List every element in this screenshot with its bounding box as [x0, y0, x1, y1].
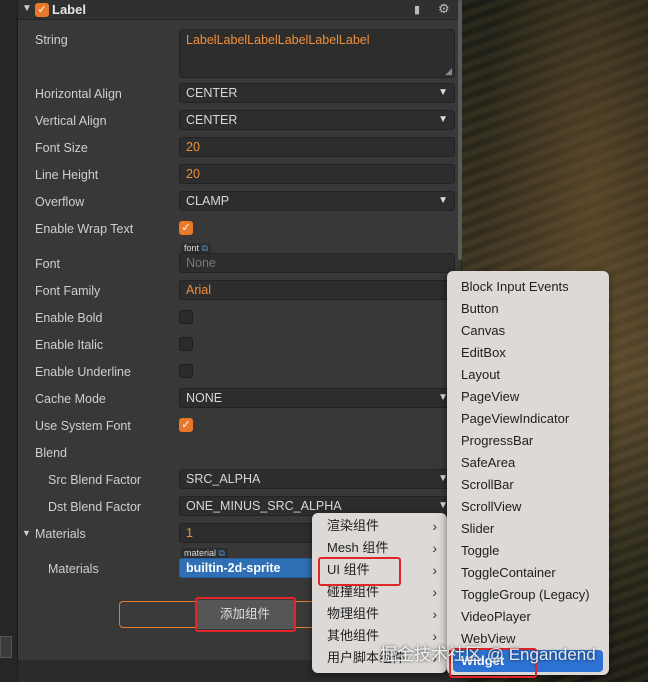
overflow-value: CLAMP [186, 194, 230, 208]
font-label: Font [35, 257, 61, 271]
font-family-input[interactable]: Arial [179, 280, 455, 300]
annotation-box-ui-components [318, 557, 401, 586]
materials-collapse-triangle-icon[interactable]: ▼ [22, 528, 31, 538]
font-family-label: Font Family [35, 284, 101, 298]
chevron-right-icon: › [432, 606, 437, 622]
dst-blend-factor-value: ONE_MINUS_SRC_ALPHA [186, 499, 342, 513]
menu-item-pageview[interactable]: PageView [447, 386, 609, 408]
resize-grip-icon[interactable]: ◢ [445, 66, 452, 77]
left-strip-box [0, 636, 12, 658]
left-toolbar-strip [0, 0, 18, 682]
menu-item-safearea[interactable]: SafeArea [447, 452, 609, 474]
watermark: 掘金技术社区 @ Engandend [380, 645, 596, 664]
menu-item-button[interactable]: Button [447, 298, 609, 320]
enable-bold-label: Enable Bold [35, 311, 103, 325]
horizontal-align-label: Horizontal Align [35, 87, 122, 101]
cache-mode-label: Cache Mode [35, 392, 106, 406]
dropdown-arrow-icon: ▼ [438, 114, 448, 125]
vertical-align-value: CENTER [186, 113, 238, 127]
enable-underline-checkbox[interactable] [179, 364, 193, 378]
menu-item-canvas[interactable]: Canvas [447, 320, 609, 342]
string-label: String [35, 33, 68, 47]
font-size-label: Font Size [35, 141, 88, 155]
annotation-box-add-component [195, 597, 296, 632]
font-size-input[interactable]: 20 [179, 137, 455, 157]
menu-item-render[interactable]: 渲染组件 › [312, 515, 447, 537]
materials-label: Materials [48, 562, 99, 576]
enable-underline-label: Enable Underline [35, 365, 131, 379]
component-title: Label [52, 2, 86, 17]
chevron-right-icon: › [432, 518, 437, 534]
materials-group-label: Materials [35, 527, 86, 541]
menu-item-physics[interactable]: 物理组件 › [312, 603, 447, 625]
src-blend-factor-value: SRC_ALPHA [186, 472, 261, 486]
ui-component-submenu: Block Input Events Button Canvas EditBox… [447, 271, 609, 675]
horizontal-align-select[interactable]: CENTER ▼ [179, 83, 455, 103]
enable-wrap-text-checkbox[interactable]: ✓ [179, 221, 193, 235]
menu-item-mesh[interactable]: Mesh 组件 › [312, 537, 447, 559]
book-icon[interactable]: ▮ [414, 3, 420, 16]
line-height-label: Line Height [35, 168, 99, 182]
material-value: builtin-2d-sprite [186, 561, 281, 575]
use-system-font-label: Use System Font [35, 419, 131, 433]
font-size-value: 20 [186, 140, 200, 154]
menu-item-toggle[interactable]: Toggle [447, 540, 609, 562]
vertical-align-label: Vertical Align [35, 114, 107, 128]
font-family-value: Arial [186, 283, 212, 297]
horizontal-align-value: CENTER [186, 86, 238, 100]
chevron-right-icon: › [432, 562, 437, 578]
collapse-triangle-icon[interactable]: ▼ [22, 3, 32, 14]
menu-item-editbox[interactable]: EditBox [447, 342, 609, 364]
string-input[interactable]: LabelLabelLabelLabelLabelLabel ◢ [179, 29, 455, 78]
overflow-select[interactable]: CLAMP ▼ [179, 191, 455, 211]
menu-item-slider[interactable]: Slider [447, 518, 609, 540]
menu-item-togglegroup-legacy[interactable]: ToggleGroup (Legacy) [447, 584, 609, 606]
menu-item-block-input-events[interactable]: Block Input Events [447, 276, 609, 298]
blend-label: Blend [35, 446, 67, 460]
use-system-font-checkbox[interactable]: ✓ [179, 418, 193, 432]
font-asset-field[interactable]: None [179, 253, 455, 273]
line-height-value: 20 [186, 167, 200, 181]
enable-italic-label: Enable Italic [35, 338, 104, 352]
cache-mode-select[interactable]: NONE ▼ [179, 388, 455, 408]
gear-icon[interactable]: ⚙ [438, 1, 450, 17]
enable-bold-checkbox[interactable] [179, 310, 193, 324]
vertical-align-select[interactable]: CENTER ▼ [179, 110, 455, 130]
enable-italic-checkbox[interactable] [179, 337, 193, 351]
dropdown-arrow-icon: ▼ [438, 195, 448, 206]
chevron-right-icon: › [432, 584, 437, 600]
menu-item-videoplayer[interactable]: VideoPlayer [447, 606, 609, 628]
string-value: LabelLabelLabelLabelLabelLabel [186, 33, 370, 47]
component-header[interactable]: ▼ ✓ Label ▮ ⚙ [18, 0, 462, 20]
component-enabled-checkbox[interactable]: ✓ [35, 3, 49, 17]
menu-item-layout[interactable]: Layout [447, 364, 609, 386]
menu-item-progressbar[interactable]: ProgressBar [447, 430, 609, 452]
inspector-scrollbar[interactable] [458, 0, 462, 260]
overflow-label: Overflow [35, 195, 85, 209]
src-blend-factor-select[interactable]: SRC_ALPHA ▼ [179, 469, 455, 489]
enable-wrap-text-label: Enable Wrap Text [35, 222, 134, 236]
materials-count-value: 1 [186, 526, 193, 540]
menu-item-scrollview[interactable]: ScrollView [447, 496, 609, 518]
dropdown-arrow-icon: ▼ [438, 87, 448, 98]
dst-blend-factor-label: Dst Blend Factor [48, 500, 142, 514]
line-height-input[interactable]: 20 [179, 164, 455, 184]
src-blend-factor-label: Src Blend Factor [48, 473, 142, 487]
menu-item-scrollbar[interactable]: ScrollBar [447, 474, 609, 496]
menu-item-togglecontainer[interactable]: ToggleContainer [447, 562, 609, 584]
font-value: None [186, 256, 216, 270]
menu-item-pageviewindicator[interactable]: PageViewIndicator [447, 408, 609, 430]
chevron-right-icon: › [432, 540, 437, 556]
cache-mode-value: NONE [186, 391, 223, 405]
